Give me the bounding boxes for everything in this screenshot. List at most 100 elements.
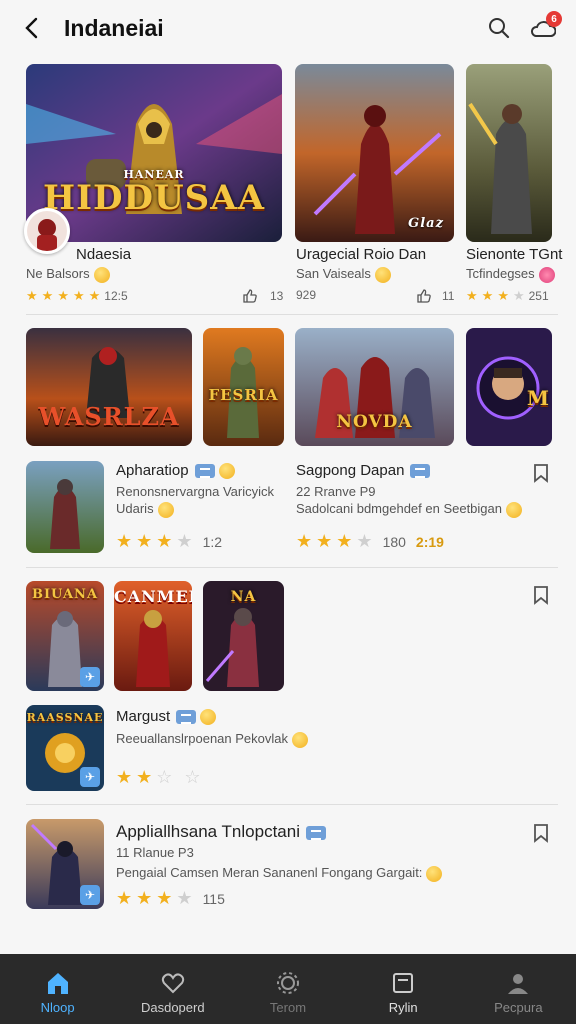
game-title[interactable]: Ndaesia [76, 246, 131, 263]
game-title[interactable]: Sagpong Dapan [296, 462, 404, 479]
star-icon: ★ [116, 888, 133, 908]
rating-row: ★ ★ ★ ★ 1:2 [116, 531, 222, 552]
game-description-2: Udaris [116, 501, 174, 518]
art-title: FESRIA [208, 386, 279, 404]
game-title[interactable]: Margust [116, 708, 170, 725]
game-description-2: Sadolcani bdmgehdef en Seetbigan [296, 501, 522, 518]
nav-label: Dasdoperd [140, 999, 205, 1015]
warrior-icon-artwork [26, 461, 104, 553]
score: 1:2 [202, 533, 223, 550]
divider [26, 314, 558, 315]
star-empty-icon: ★ [512, 288, 525, 303]
featured-game-art-2[interactable]: Glaz [295, 64, 454, 242]
rating-row: ★ ★ ★ ★ ★ 12:5 [26, 288, 128, 304]
star-icon: ★ [26, 288, 38, 303]
smile-emoji-icon [157, 501, 174, 518]
score-secondary: 2:19 [415, 533, 444, 550]
notifications-button[interactable]: 6 [528, 11, 562, 43]
game-icon[interactable] [26, 461, 104, 553]
star-icon: ★ [481, 288, 494, 303]
game-art-tile[interactable]: FESRIA [203, 328, 284, 446]
back-button[interactable] [18, 14, 46, 42]
divider [26, 567, 558, 568]
bookmark-icon[interactable] [530, 822, 552, 844]
grin-emoji-icon [200, 709, 217, 726]
featured-game-art-3[interactable] [466, 64, 552, 242]
art-title: WASRLZA [38, 402, 180, 431]
game-art-tile[interactable]: NOVDA [295, 328, 454, 446]
description-text: Pengaial Camsen Meran Sananenl Fongang G… [116, 865, 423, 880]
star-icon: ★ [316, 531, 333, 551]
heart-hands-icon [161, 972, 184, 993]
art-title: HIDDUSAA [43, 178, 265, 218]
star-empty-icon: ☆ [184, 767, 201, 787]
art-title: NOVDA [336, 412, 413, 432]
game-title-row: Sagpong Dapan [296, 462, 431, 479]
game-subtitle: Ne Balsors [26, 266, 110, 283]
art-title: M [526, 386, 550, 410]
star-icon: ★ [466, 288, 478, 303]
game-art-tile[interactable]: NA [203, 581, 284, 691]
controller-badge-icon: ✈ [80, 667, 100, 687]
user-icon [508, 973, 529, 994]
app-screen: Indaneiai 6 HANEAR HIDDUSAA Glaz Ndaesia… [0, 0, 576, 1024]
bottom-navigation: Nloop Dasdoperd Terom Rylin Pecpura [0, 954, 576, 1024]
star-empty-icon: ★ [356, 531, 373, 551]
subtitle-text: San Vaiseals [296, 266, 371, 281]
game-title-row: Apharatiop [116, 462, 235, 480]
like-count[interactable]: 11 [416, 288, 454, 304]
thumbs-up-icon [417, 289, 431, 303]
heart-eyes-emoji-icon [218, 463, 235, 480]
game-title[interactable]: Apharatiop [116, 462, 189, 479]
game-icon[interactable]: ✈ [26, 819, 104, 909]
nav-label: Pecpura [494, 999, 543, 1015]
avatar[interactable] [24, 208, 70, 254]
game-art-tile[interactable]: M [466, 328, 552, 446]
game-title[interactable]: Appliallhsana Tnlopctani [116, 822, 300, 841]
avatar-image [27, 211, 67, 251]
bookmark-icon[interactable] [530, 462, 552, 484]
star-empty-icon: ★ [176, 531, 193, 551]
star-icon: ★ [88, 288, 101, 303]
score: 929 [296, 288, 317, 302]
rating-row: ★ ★ ★ ★ 251 [466, 288, 549, 304]
like-count[interactable]: 13 [242, 288, 283, 304]
star-icon: ★ [136, 531, 153, 551]
game-description: 22 Rranve P9 [296, 484, 376, 499]
bookmark-icon[interactable] [530, 584, 552, 606]
game-art-tile[interactable]: CANMEE [114, 581, 192, 691]
smile-emoji-icon [426, 865, 443, 882]
nav-label: Nloop [40, 999, 75, 1015]
game-title[interactable]: Sienonte TGnt [466, 246, 562, 263]
nav-home[interactable]: Nloop [8, 970, 108, 1015]
art-title: BIUANA [31, 587, 99, 602]
notification-badge: 6 [546, 11, 562, 27]
star-icon: ★ [72, 288, 85, 303]
rating-row: ★ ★ ☆ ☆ [116, 767, 201, 788]
controller-badge-icon [176, 710, 197, 725]
star-icon: ★ [156, 888, 173, 908]
game-title[interactable]: Uragecial Roio Dan [296, 246, 426, 263]
game-title-row: Appliallhsana Tnlopctani [116, 822, 326, 842]
game-art-tile[interactable]: BIUANA ✈ [26, 581, 104, 691]
game-icon[interactable]: RAASSNAE ✈ [26, 705, 104, 791]
game-title-row: Margust [116, 708, 217, 726]
page-title: Indaneiai [64, 14, 164, 41]
nav-library[interactable]: Rylin [353, 970, 453, 1015]
game-art-tile[interactable]: WASRLZA [26, 328, 192, 446]
nav-team[interactable]: Terom [238, 970, 338, 1015]
smile-emoji-icon [374, 266, 391, 283]
search-button[interactable] [484, 13, 514, 43]
likes: 11 [442, 289, 455, 303]
smile-emoji-icon [93, 266, 110, 283]
home-icon [47, 972, 68, 994]
nav-label: Terom [269, 999, 307, 1015]
art-title: Glaz [408, 216, 444, 231]
top-bar: Indaneiai 6 [0, 0, 576, 56]
nav-discover[interactable]: Dasdoperd [123, 970, 223, 1015]
nav-profile[interactable]: Pecpura [468, 970, 568, 1015]
star-icon: ★ [296, 531, 313, 551]
star-icon: ★ [116, 767, 133, 787]
game-subtitle: San Vaiseals [296, 266, 391, 283]
likes: 13 [270, 289, 284, 303]
